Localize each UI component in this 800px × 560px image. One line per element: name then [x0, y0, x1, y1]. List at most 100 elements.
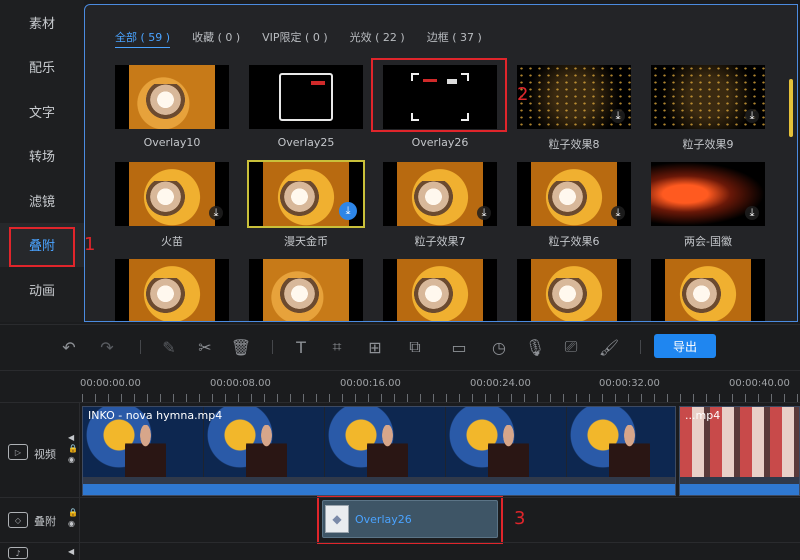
layers-icon: ◇ — [8, 512, 28, 528]
scissors-icon[interactable]: ✂ — [194, 336, 216, 358]
track-name: 视频 — [34, 448, 56, 461]
sidebar-item-animation[interactable]: 动画 — [0, 267, 84, 312]
overlay-card[interactable]: ⤓ 两会-国徽 — [651, 162, 765, 249]
download-icon[interactable]: ⤓ — [611, 206, 625, 220]
overlay-card[interactable] — [651, 259, 765, 321]
zoom-icon[interactable]: ▭ — [448, 336, 470, 358]
ruler-label: 00:00:16.00 — [340, 378, 401, 389]
download-icon[interactable]: ⤓ — [209, 206, 223, 220]
sidebar-item-music[interactable]: 配乐 — [0, 45, 84, 90]
overlay-name: 粒子效果6 — [548, 235, 600, 248]
sidebar-item-label: 滤镜 — [28, 194, 55, 210]
sidebar-item-text[interactable]: 文字 — [0, 89, 84, 134]
overlay-card[interactable]: ⤓ 粒子效果8 — [517, 65, 631, 152]
overlay-card[interactable] — [517, 259, 631, 321]
library-scrollbar[interactable] — [789, 79, 793, 137]
sidebar-item-label: 素材 — [28, 16, 55, 32]
filter-tabs: 全部 ( 59 ) 收藏 ( 0 ) VIP限定 ( 0 ) 光效 ( 22 )… — [115, 29, 482, 48]
track-divider — [0, 402, 800, 403]
overlay-card[interactable]: Overlay25 — [249, 65, 363, 152]
delete-icon[interactable]: 🗑 — [230, 336, 252, 358]
visibility-icon[interactable]: ◉ — [68, 455, 78, 464]
video-track-icon: ▷ — [8, 444, 28, 460]
overlay-card[interactable] — [383, 259, 497, 321]
speed-icon[interactable]: ◷ — [488, 336, 510, 358]
track-controls: ◀ — [68, 547, 74, 556]
clip-title: INKO - nova hymna.mp4 — [88, 409, 223, 422]
track-divider — [0, 542, 800, 543]
overlay-thumbnail — [115, 65, 229, 129]
lock-icon[interactable]: 🔒 — [68, 508, 78, 517]
timeline-ruler[interactable]: 00:00:00.00 00:00:08.00 00:00:16.00 00:0… — [0, 370, 800, 402]
overlay-card[interactable]: Overlay10 — [115, 65, 229, 152]
sidebar-item-transition[interactable]: 转场 — [0, 134, 84, 179]
overlay-name: Overlay25 — [277, 136, 335, 149]
video-track-header: ▷ 视频 ◀ 🔒 ◉ — [0, 403, 80, 497]
redo-icon[interactable]: ↷ — [96, 336, 118, 358]
overlay-card[interactable] — [249, 259, 363, 321]
undo-icon[interactable]: ↶ — [58, 336, 80, 358]
audio-waveform — [680, 477, 799, 495]
overlay-name: 粒子效果9 — [682, 138, 734, 151]
lock-icon[interactable]: 🔒 — [68, 444, 78, 453]
overlay-thumbnail — [383, 259, 497, 321]
download-icon[interactable]: ⤓ — [745, 109, 759, 123]
video-clip[interactable]: INKO - nova hymna.mp4 — [82, 406, 676, 496]
sidebar-item-label: 文字 — [28, 105, 55, 121]
category-sidebar: 素材 配乐 文字 转场 滤镜 叠附 动画 — [0, 0, 84, 322]
overlay-card[interactable]: ⤓ 粒子效果6 — [517, 162, 631, 249]
overlay-card[interactable] — [115, 259, 229, 321]
toolbar-divider — [140, 340, 141, 354]
overlay-thumbnail: ⤓ — [247, 160, 365, 228]
toolbar-divider — [272, 340, 273, 354]
overlay-thumbnail: ⤓ — [383, 162, 497, 226]
track-controls: ◀ 🔒 ◉ — [68, 433, 78, 464]
download-icon[interactable]: ⤓ — [477, 206, 491, 220]
pen-icon[interactable]: ✎ — [158, 336, 180, 358]
text-icon[interactable]: T — [290, 336, 312, 358]
track-controls: 🔒 ◉ — [68, 508, 78, 528]
callout-number: 2 — [517, 84, 529, 105]
filter-light-effects[interactable]: 光效 ( 22 ) — [350, 29, 405, 48]
overlay-name: 漫天金币 — [284, 235, 328, 248]
volume-icon[interactable]: ◀ — [68, 547, 74, 556]
overlay-thumbnail: ⤓ — [517, 65, 631, 129]
overlay-card[interactable]: ⤓ 粒子效果7 — [383, 162, 497, 249]
callout-number: 1 — [84, 234, 96, 255]
crop-icon[interactable]: ⌗ — [326, 336, 348, 358]
download-icon[interactable]: ⤓ — [745, 206, 759, 220]
filter-borders[interactable]: 边框 ( 37 ) — [427, 29, 482, 48]
export-button[interactable]: 导出 — [654, 334, 716, 358]
overlay-thumbnail — [517, 259, 631, 321]
audio-track-icon: ♪ — [8, 547, 28, 559]
ruler-label: 00:00:40.00 — [729, 378, 790, 389]
track-divider — [0, 497, 800, 498]
overlay-clip[interactable]: ◆ Overlay26 — [322, 500, 498, 538]
ruler-label: 00:00:08.00 — [210, 378, 271, 389]
add-frame-icon[interactable]: ⊞ — [364, 336, 386, 358]
sidebar-item-filter[interactable]: 滤镜 — [0, 178, 84, 223]
track-name: 叠附 — [34, 515, 56, 528]
callout-box-overlay-tab — [9, 227, 75, 267]
filter-favorites[interactable]: 收藏 ( 0 ) — [192, 29, 240, 48]
video-clip-2[interactable]: ...mp4 — [679, 406, 800, 496]
overlay-card[interactable]: ⤓ 粒子效果9 — [651, 65, 765, 152]
sidebar-item-media[interactable]: 素材 — [0, 0, 84, 45]
download-icon[interactable]: ⤓ — [611, 109, 625, 123]
download-icon[interactable]: ⤓ — [339, 202, 357, 220]
paint-icon[interactable]: 🖌 — [598, 336, 620, 358]
screen-icon[interactable]: ⎚ — [560, 336, 582, 358]
filter-all[interactable]: 全部 ( 59 ) — [115, 29, 171, 48]
audio-track-header: ♪ ◀ — [0, 543, 80, 560]
mosaic-icon[interactable]: ⧉ — [404, 336, 426, 358]
audio-waveform — [83, 477, 675, 495]
visibility-icon[interactable]: ◉ — [68, 519, 78, 528]
overlay-card[interactable]: ⤓ 火苗 — [115, 162, 229, 249]
overlay-thumbnail — [249, 259, 363, 321]
overlay-card[interactable]: ⤓ 漫天金币 — [247, 160, 365, 249]
filter-vip[interactable]: VIP限定 ( 0 ) — [262, 29, 327, 48]
mic-icon[interactable]: 🎙 — [524, 336, 546, 358]
volume-icon[interactable]: ◀ — [68, 433, 78, 442]
overlay-name: 粒子效果7 — [414, 235, 466, 248]
sidebar-item-label: 转场 — [28, 150, 55, 166]
